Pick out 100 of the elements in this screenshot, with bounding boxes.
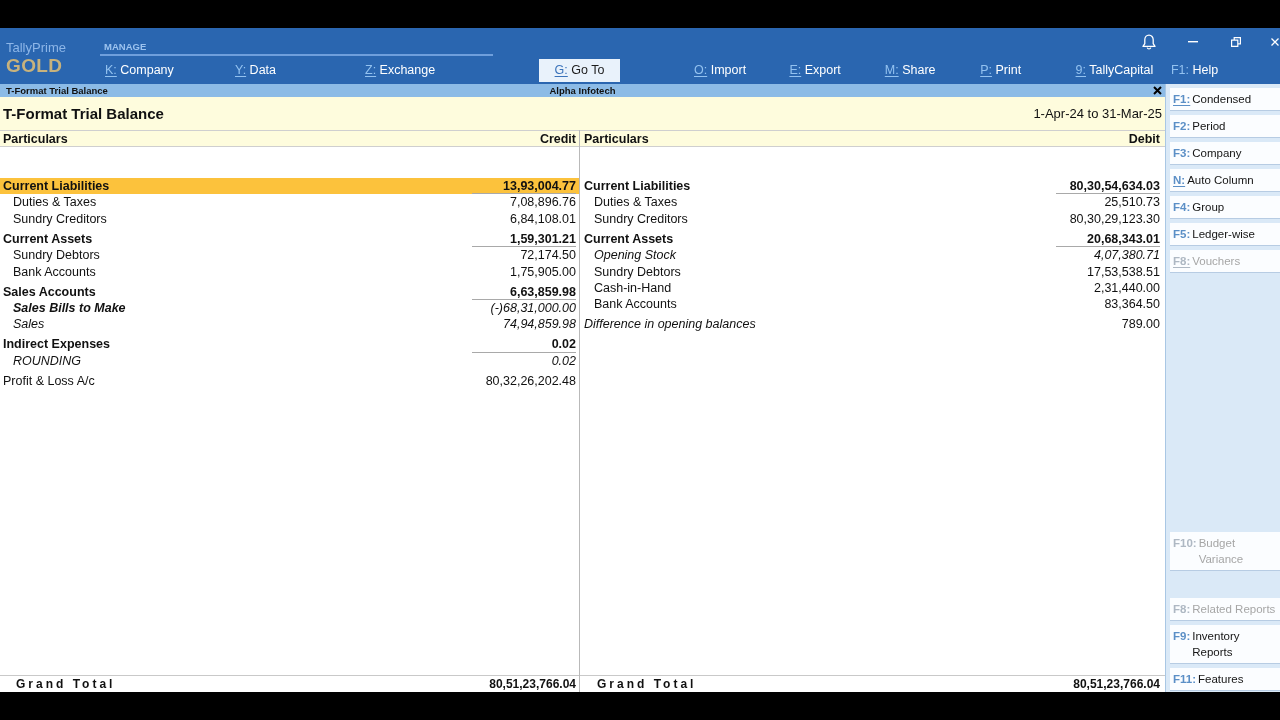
grand-total-label: Grand Total — [597, 677, 697, 691]
amount: 0.02 — [550, 352, 576, 370]
section-heading: MANAGE — [104, 41, 147, 52]
account-name: Current Liabilities — [2, 178, 111, 195]
amount: 0.02 — [472, 336, 576, 353]
ledger-row[interactable]: ROUNDING 0.02 — [0, 352, 579, 370]
amount: 13,93,004.77 — [472, 178, 576, 195]
menu-item[interactable]: M: Share — [884, 62, 981, 78]
ledger-row[interactable]: Duties & Taxes 7,08,896.76 — [0, 194, 579, 211]
account-name: Sundry Debtors — [12, 247, 101, 264]
edition-label: GOLD — [6, 56, 63, 76]
account-name: Sales Bills to Make — [12, 299, 127, 317]
ledger-row[interactable]: Current Liabilities 13,93,004.77 — [0, 178, 579, 195]
amount: 80,30,54,634.03 — [1056, 178, 1160, 195]
amount: 80,32,26,202.48 — [484, 372, 576, 390]
menu-item[interactable]: Z: Exchange — [365, 62, 495, 78]
amount: 1,59,301.21 — [472, 230, 576, 248]
menu-item[interactable]: 9: TallyCapital — [1075, 62, 1171, 78]
amount: 6,84,108.01 — [508, 210, 576, 228]
ledger-row[interactable]: Current Assets 1,59,301.21 — [0, 230, 579, 248]
amount: 789.00 — [1120, 316, 1160, 333]
account-name: Current Liabilities — [583, 178, 692, 195]
ledger-row[interactable]: Current Liabilities 80,30,54,634.03 — [580, 178, 1165, 195]
ledger-row[interactable]: Sundry Debtors 17,53,538.51 — [580, 263, 1165, 280]
amount: 2,31,440.00 — [1092, 279, 1160, 297]
account-name: ROUNDING — [12, 352, 83, 370]
report-period: 1-Apr-24 to 31-Mar-25 — [1033, 106, 1162, 121]
bell-icon[interactable] — [1142, 34, 1156, 50]
menu-item[interactable]: P: Print — [980, 62, 1076, 78]
ledger-row[interactable]: Opening Stock 4,07,380.71 — [580, 247, 1165, 264]
sidebar-button[interactable]: F3: Company — [1170, 142, 1280, 165]
grand-total-amount: 80,51,23,766.04 — [489, 677, 576, 691]
sidebar-button[interactable]: F2: Period — [1170, 115, 1280, 138]
ledger-row[interactable]: Sales 74,94,859.98 — [0, 316, 579, 333]
amount: 4,07,380.71 — [1092, 247, 1160, 264]
amount: (-)68,31,000.00 — [489, 299, 576, 317]
amount: 74,94,859.98 — [502, 316, 576, 333]
menu-item[interactable]: E: Export — [789, 62, 885, 78]
account-name: Cash-in-Hand — [593, 279, 673, 297]
account-name: Bank Accounts — [12, 263, 97, 280]
amount: 80,30,29,123.30 — [1068, 210, 1160, 228]
go-to-button[interactable]: G: Go To — [539, 58, 620, 82]
ledger-row[interactable]: Sundry Creditors 80,30,29,123.30 — [580, 210, 1165, 228]
grand-total-amount: 80,51,23,766.04 — [1073, 677, 1160, 691]
sidebar-button[interactable]: N: Auto Column — [1170, 169, 1280, 192]
sidebar-button[interactable]: F1: Condensed — [1170, 88, 1280, 111]
ledger-row[interactable]: Sundry Debtors 72,174.50 — [0, 247, 579, 264]
product-name: TallyPrime — [6, 40, 66, 56]
account-name: Profit & Loss A/c — [2, 372, 96, 390]
amount: 7,08,896.76 — [508, 194, 576, 211]
amount: 83,364.50 — [1103, 296, 1160, 313]
ledger-row[interactable]: Bank Accounts 1,75,905.00 — [0, 263, 579, 280]
grand-total-label: Grand Total — [16, 677, 116, 691]
amount: 20,68,343.01 — [1056, 230, 1160, 248]
menu-item[interactable]: K: Company — [105, 62, 235, 78]
ledger-row[interactable]: Difference in opening balances 789.00 — [580, 316, 1165, 333]
ledger-row[interactable]: Bank Accounts 83,364.50 — [580, 296, 1165, 313]
menu-item[interactable]: Y: Data — [235, 62, 365, 78]
account-name: Sundry Creditors — [12, 210, 108, 228]
restore-icon[interactable] — [1231, 37, 1241, 47]
ledger-row[interactable]: Duties & Taxes 25,510.73 — [580, 194, 1165, 211]
account-name: Current Assets — [583, 230, 675, 248]
sidebar-button[interactable]: F4: Group — [1170, 196, 1280, 219]
amount: 17,53,538.51 — [1086, 263, 1160, 280]
ledger-row[interactable]: Current Assets 20,68,343.01 — [580, 230, 1165, 248]
sidebar-button[interactable]: F11: Features — [1170, 668, 1280, 691]
account-name: Duties & Taxes — [593, 194, 679, 211]
amount: 72,174.50 — [519, 247, 576, 264]
ledger-row[interactable]: Cash-in-Hand 2,31,440.00 — [580, 279, 1165, 297]
account-name: Opening Stock — [593, 247, 677, 264]
ledger-row[interactable]: Sales Accounts 6,63,859.98 — [0, 283, 579, 300]
account-name: Difference in opening balances — [583, 316, 757, 333]
account-name: Bank Accounts — [593, 296, 678, 313]
account-name: Current Assets — [2, 230, 94, 248]
amount: 1,75,905.00 — [508, 263, 576, 280]
account-name: Sundry Creditors — [593, 210, 689, 228]
menu-item[interactable]: O: Import — [694, 62, 790, 78]
close-icon[interactable] — [1153, 86, 1162, 95]
account-name: Sundry Debtors — [593, 263, 682, 280]
menu-item[interactable]: F1: Help — [1170, 62, 1267, 78]
company-name: Alpha Infotech — [549, 84, 616, 97]
column-heading: Credit — [539, 131, 576, 146]
amount: 6,63,859.98 — [472, 283, 576, 300]
account-name: Duties & Taxes — [12, 194, 98, 211]
ledger-row[interactable]: Sales Bills to Make (-)68,31,000.00 — [0, 299, 579, 317]
ledger-row[interactable]: Sundry Creditors 6,84,108.01 — [0, 210, 579, 228]
column-heading: Particulars — [3, 131, 68, 146]
report-title: T-Format Trial Balance — [3, 105, 164, 122]
report-name: T-Format Trial Balance — [5, 84, 108, 97]
account-name: Sales Accounts — [2, 283, 97, 300]
column-heading: Debit — [1128, 131, 1160, 146]
sidebar-button[interactable]: F9: Inventory Reports — [1170, 625, 1280, 664]
ledger-row[interactable]: Indirect Expenses 0.02 — [0, 336, 579, 353]
account-name: Indirect Expenses — [2, 336, 111, 353]
sidebar-button[interactable]: F5: Ledger-wise — [1170, 223, 1280, 246]
account-name: Sales — [12, 316, 46, 333]
minimize-icon[interactable] — [1188, 41, 1198, 43]
amount: 25,510.73 — [1103, 194, 1160, 211]
ledger-row[interactable]: Profit & Loss A/c 80,32,26,202.48 — [0, 372, 579, 390]
column-heading: Particulars — [584, 131, 649, 146]
